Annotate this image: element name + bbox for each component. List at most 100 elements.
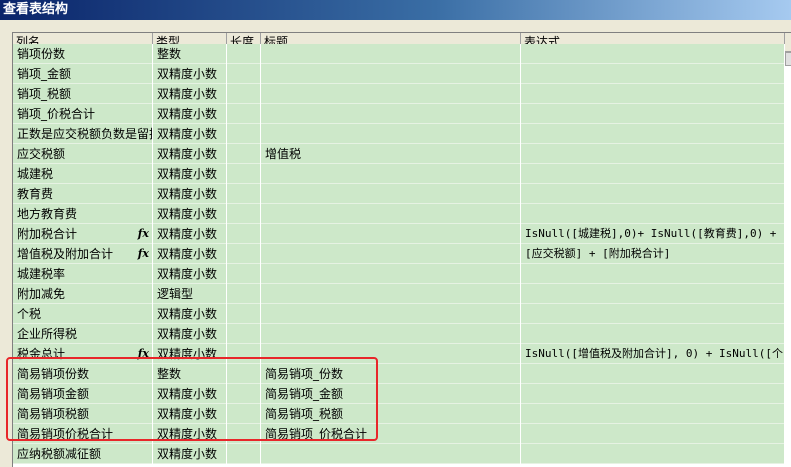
- cell-name-text: 附加减免: [17, 287, 66, 301]
- cell-expression: IsNull([增值税及附加合计], 0) + IsNull([个:: [521, 344, 785, 364]
- cell-caption: [261, 64, 521, 84]
- cell-expression: [521, 44, 785, 64]
- cell-name-text: 应交税额: [17, 147, 66, 161]
- cell-expression: [521, 304, 785, 324]
- cell-name-text: 企业所得税: [17, 327, 78, 341]
- cell-name-text: 教育费: [17, 187, 54, 201]
- scrollbar-up-button[interactable]: [785, 52, 791, 66]
- function-icon: fx: [137, 227, 149, 240]
- cell-type-text: 双精度小数: [157, 107, 218, 121]
- cell-type: 双精度小数: [153, 104, 227, 124]
- cell-length: [227, 264, 261, 284]
- cell-expression: [521, 144, 785, 164]
- cell-expression: [521, 424, 785, 444]
- cell-type-text: 双精度小数: [157, 267, 218, 281]
- cell-type: 双精度小数: [153, 124, 227, 144]
- cell-type: 双精度小数: [153, 144, 227, 164]
- cell-expression: IsNull([城建税],0)+ IsNull([教育费],0) + I: [521, 224, 785, 244]
- cell-length: [227, 44, 261, 64]
- table-row[interactable]: 城建税率 双精度小数: [13, 264, 785, 284]
- cell-length: [227, 284, 261, 304]
- cell-type-text: 双精度小数: [157, 87, 218, 101]
- table-row[interactable]: 应交税额 双精度小数 增值税: [13, 144, 785, 164]
- cell-type-text: 双精度小数: [157, 327, 218, 341]
- table-row[interactable]: 应纳税额减征额 双精度小数: [13, 444, 785, 464]
- cell-name-text: 销项_价税合计: [17, 107, 96, 121]
- cell-type: 双精度小数: [153, 304, 227, 324]
- highlight-box: [6, 357, 378, 441]
- cell-caption: [261, 124, 521, 144]
- cell-type: 双精度小数: [153, 184, 227, 204]
- cell-caption: [261, 244, 521, 264]
- cell-expression: [521, 184, 785, 204]
- cell-caption: [261, 184, 521, 204]
- cell-type: 双精度小数: [153, 84, 227, 104]
- function-icon: fx: [137, 247, 149, 260]
- cell-name-text: 应纳税额减征额: [17, 447, 102, 461]
- cell-length: [227, 204, 261, 224]
- cell-name: 增值税及附加合计 fx: [13, 244, 153, 264]
- table-row[interactable]: 销项_价税合计 双精度小数: [13, 104, 785, 124]
- cell-name-text: 地方教育费: [17, 207, 78, 221]
- cell-length: [227, 164, 261, 184]
- cell-name-text: 城建税: [17, 167, 54, 181]
- table-row[interactable]: 销项_金额 双精度小数: [13, 64, 785, 84]
- cell-name: 附加税合计 fx: [13, 224, 153, 244]
- cell-name: 企业所得税: [13, 324, 153, 344]
- cell-name: 地方教育费: [13, 204, 153, 224]
- cell-caption: [261, 204, 521, 224]
- cell-name-text: 销项_税额: [17, 87, 72, 101]
- table-row[interactable]: 教育费 双精度小数: [13, 184, 785, 204]
- cell-length: [227, 144, 261, 164]
- cell-name: 城建税率: [13, 264, 153, 284]
- cell-type-text: 双精度小数: [157, 127, 218, 141]
- cell-type-text: 双精度小数: [157, 187, 218, 201]
- table-row[interactable]: 销项_税额 双精度小数: [13, 84, 785, 104]
- cell-expression: [521, 284, 785, 304]
- cell-expression: [521, 404, 785, 424]
- cell-expression: [521, 64, 785, 84]
- cell-type-text: 双精度小数: [157, 447, 218, 461]
- table-row[interactable]: 正数是应交税额负数是留抵 双精度小数: [13, 124, 785, 144]
- table-row[interactable]: 地方教育费 双精度小数: [13, 204, 785, 224]
- cell-length: [227, 244, 261, 264]
- window-title: 查看表结构: [0, 0, 791, 20]
- cell-length: [227, 84, 261, 104]
- table-row[interactable]: 增值税及附加合计 fx 双精度小数 [应交税额] + [附加税合计]: [13, 244, 785, 264]
- cell-name-text: 城建税率: [17, 267, 66, 281]
- cell-type-text: 双精度小数: [157, 67, 218, 81]
- cell-type: 双精度小数: [153, 264, 227, 284]
- cell-type-text: 双精度小数: [157, 227, 218, 241]
- cell-name-text: 附加税合计: [17, 227, 78, 241]
- table-row[interactable]: 销项份数 整数: [13, 44, 785, 64]
- cell-expression: [521, 164, 785, 184]
- cell-length: [227, 304, 261, 324]
- cell-length: [227, 324, 261, 344]
- cell-expression: [应交税额] + [附加税合计]: [521, 244, 785, 264]
- table-row[interactable]: 附加税合计 fx 双精度小数 IsNull([城建税],0)+ IsNull([教育费…: [13, 224, 785, 244]
- cell-type-text: 双精度小数: [157, 167, 218, 181]
- cell-caption: [261, 324, 521, 344]
- table-row[interactable]: 企业所得税 双精度小数: [13, 324, 785, 344]
- cell-name: 附加减免: [13, 284, 153, 304]
- cell-length: [227, 224, 261, 244]
- cell-type: 双精度小数: [153, 224, 227, 244]
- cell-caption: [261, 84, 521, 104]
- cell-type: 逻辑型: [153, 284, 227, 304]
- cell-name-text: 销项份数: [17, 47, 66, 61]
- cell-expression: [521, 124, 785, 144]
- cell-name-text: 销项_金额: [17, 67, 72, 81]
- table-row[interactable]: 城建税 双精度小数: [13, 164, 785, 184]
- table-row[interactable]: 附加减免 逻辑型: [13, 284, 785, 304]
- cell-name: 销项_金额: [13, 64, 153, 84]
- cell-expression: [521, 384, 785, 404]
- cell-caption: [261, 444, 521, 464]
- cell-type-text: 双精度小数: [157, 307, 218, 321]
- cell-caption: [261, 164, 521, 184]
- cell-expression: [521, 364, 785, 384]
- cell-name: 城建税: [13, 164, 153, 184]
- cell-name: 销项_价税合计: [13, 104, 153, 124]
- cell-name: 销项_税额: [13, 84, 153, 104]
- table-row[interactable]: 个税 双精度小数: [13, 304, 785, 324]
- cell-name: 教育费: [13, 184, 153, 204]
